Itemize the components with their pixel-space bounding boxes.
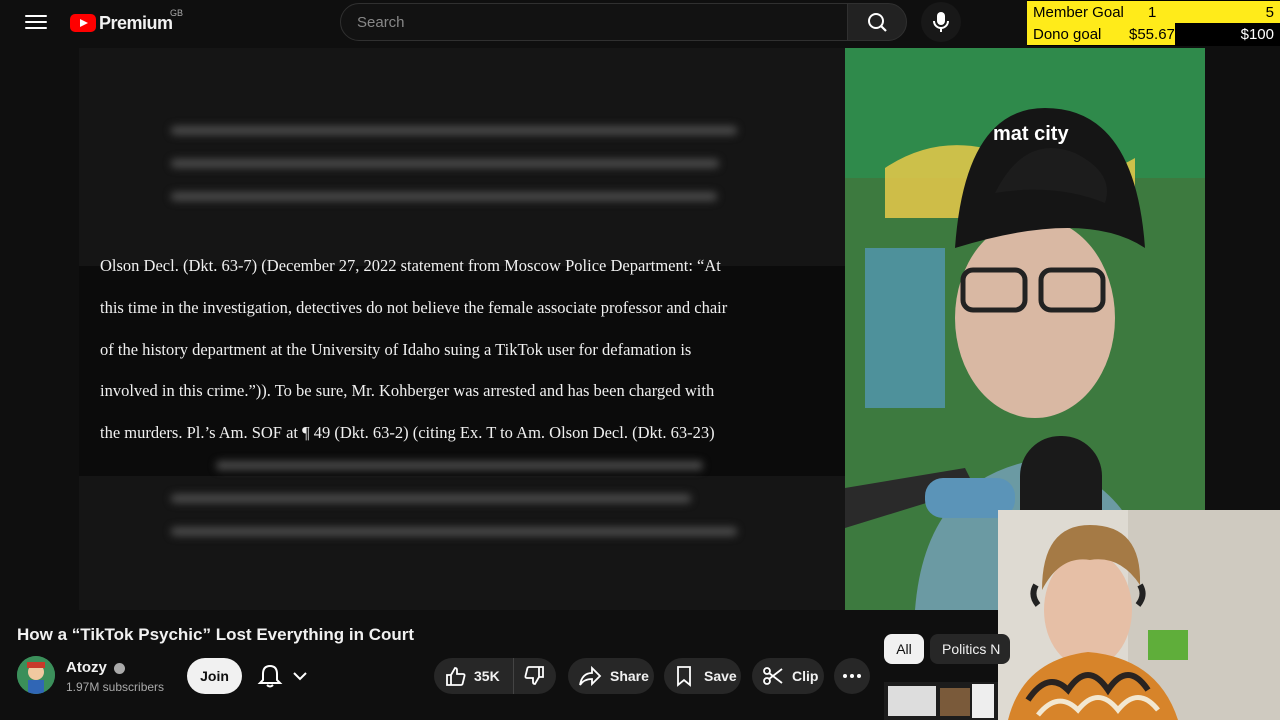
youtube-logo[interactable]: Premium [70,11,173,35]
logo-text: Premium [99,12,173,33]
blurred-text [171,527,737,536]
bookmark-icon [677,666,691,687]
member-goal-target: 5 [1265,4,1274,21]
thumbs-down-icon [524,666,544,685]
channel-avatar[interactable] [17,656,55,694]
share-button[interactable]: Share [568,658,654,694]
join-button[interactable]: Join [187,658,242,694]
save-label: Save [704,668,737,684]
document-excerpt: Olson Decl. (Dkt. 63-7) (December 27, 20… [79,256,845,476]
clip-label: Clip [792,668,819,684]
video-player[interactable]: Olson Decl. (Dkt. 63-7) (December 27, 20… [79,48,845,610]
dono-goal-target: $100 [1240,26,1274,43]
recommended-video-thumbnail[interactable] [884,682,998,720]
save-button[interactable]: Save [664,658,741,694]
chip-politics[interactable]: Politics N [930,634,1010,664]
notification-bell-button[interactable] [250,658,320,694]
video-title: How a “TikTok Psychic” Lost Everything i… [17,625,415,644]
thumbnail-image [884,682,998,720]
chip-all[interactable]: All [884,634,924,664]
member-goal-label: Member Goal [1033,4,1124,21]
member-goal-current: 1 [1148,4,1157,21]
voice-search-button[interactable] [921,2,961,42]
search-button[interactable] [847,3,907,41]
logo-region: GB [170,8,184,18]
reactor-webcam [998,510,1280,720]
search-input[interactable] [341,4,847,40]
more-horizontal-icon [843,674,861,678]
like-dislike-bar: 35K [434,658,556,694]
search-box [340,3,848,41]
thumbs-up-icon [446,667,466,686]
dono-goal-current: $55.67 [1129,26,1175,43]
like-count: 35K [474,668,500,684]
blurred-text [171,494,691,503]
like-button[interactable]: 35K [434,658,514,694]
blurred-text [171,126,737,135]
clip-button[interactable]: Clip [752,658,824,694]
blurred-text [171,159,719,168]
document-line: the murders. Pl.’s Am. SOF at ¶ 49 (Dkt.… [100,423,715,442]
microphone-icon [933,12,949,32]
blurred-text [216,461,703,470]
channel-name-text: Atozy [66,659,107,676]
dono-goal-row: Dono goal $55.67 $100 [1027,23,1280,45]
scissors-icon [763,667,783,685]
document-line: Olson Decl. (Dkt. 63-7) (December 27, 20… [100,256,721,275]
reactor-figure [998,510,1280,720]
stream-goals-overlay: Member Goal 1 5 Dono goal $55.67 $100 [1027,0,1280,46]
share-label: Share [610,668,649,684]
dono-goal-label: Dono goal [1033,26,1102,43]
blurred-text [171,192,717,201]
cap-logo: mat city [993,123,1069,145]
verified-icon [114,662,126,674]
avatar-image [17,656,55,694]
channel-name[interactable]: Atozy [66,659,126,676]
bell-icon [257,664,283,688]
share-icon [579,665,602,687]
menu-icon[interactable] [22,11,50,35]
youtube-play-icon [70,14,96,32]
member-goal-row: Member Goal 1 5 [1027,1,1280,23]
chevron-down-icon [293,672,307,681]
document-line: of the history department at the Univers… [100,340,692,359]
document-line: this time in the investigation, detectiv… [100,298,728,317]
more-actions-button[interactable] [834,658,870,694]
join-label: Join [200,668,229,684]
subscriber-count: 1.97M subscribers [66,680,165,694]
document-line: involved in this crime.”)). To be sure, … [100,381,715,400]
search-icon [868,13,887,32]
dislike-button[interactable] [514,658,556,694]
